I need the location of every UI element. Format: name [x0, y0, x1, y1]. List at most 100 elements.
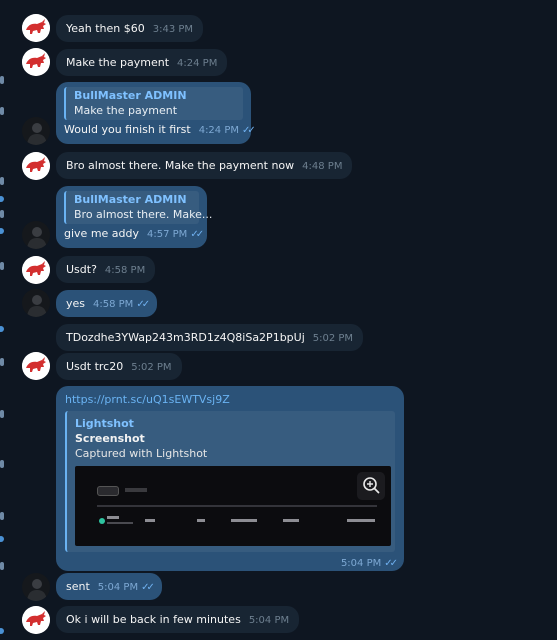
- message-time: 5:02 PM: [131, 362, 172, 373]
- message-time: 5:04 PM: [340, 558, 382, 569]
- message-text: Ok i will be back in few minutes: [66, 613, 241, 626]
- red-bull-logo-icon: [22, 256, 50, 284]
- message-text: sent: [66, 580, 90, 593]
- reply-text: Make the payment: [74, 104, 178, 117]
- message-time: 3:43 PM: [152, 24, 194, 35]
- message-time: 4:57 PM: [147, 229, 188, 240]
- message-bubble[interactable]: Yeah then $60 3:43 PM: [56, 15, 204, 42]
- preview-image[interactable]: [75, 466, 391, 546]
- chat-history[interactable]: Yeah then $60 3:43 PM Make the payment 4:2…: [0, 0, 557, 640]
- preview-image-element: [347, 519, 375, 522]
- message-bubble[interactable]: sent 5:04 PM ✓✓: [56, 573, 162, 600]
- message-bubble[interactable]: TDozdhe3YWap243m3RD1z4Q8iSa2P1bpUj 5:02 P…: [56, 324, 364, 351]
- preview-image-element: [283, 519, 299, 522]
- person-silhouette-icon: [22, 221, 50, 249]
- edge-badge: [0, 196, 4, 202]
- double-check-icon: ✓✓: [384, 558, 398, 569]
- person-silhouette-icon: [22, 573, 50, 601]
- preview-image-element: [125, 488, 147, 492]
- message-text: Usdt?: [66, 263, 97, 276]
- message-text: yes: [66, 297, 86, 310]
- reply-text: Bro almost there. Make...: [74, 208, 213, 221]
- left-panel-edge: [0, 0, 8, 640]
- message-text: Make the payment: [66, 56, 170, 69]
- reply-author: BullMaster ADMIN: [74, 193, 187, 206]
- message-link[interactable]: https://prnt.sc/uQ1sEWTVsj9Z: [65, 392, 395, 407]
- message-text: give me addy: [64, 227, 140, 240]
- double-check-icon: ✓✓: [141, 582, 155, 593]
- preview-image-element: [97, 486, 119, 496]
- message-bubble[interactable]: yes 4:58 PM ✓✓: [56, 290, 158, 317]
- edge-unread-mark: [0, 107, 4, 115]
- edge-badge: [0, 326, 4, 332]
- red-bull-logo-icon: [22, 152, 50, 180]
- double-check-icon: ✓✓: [136, 299, 150, 310]
- message-bubble[interactable]: BullMaster ADMIN Bro almost there. Make.…: [56, 186, 213, 248]
- message-bubble[interactable]: https://prnt.sc/uQ1sEWTVsj9Z Lightshot S…: [56, 386, 404, 571]
- message-bubble[interactable]: Usdt trc20 5:02 PM: [56, 353, 182, 380]
- double-check-icon: ✓✓: [190, 229, 204, 240]
- message-text: Would you finish it first: [64, 123, 191, 136]
- preview-site-name: Lightshot: [75, 417, 134, 430]
- preview-image-element: [97, 505, 377, 507]
- user-avatar[interactable]: [22, 289, 50, 317]
- reply-quote[interactable]: BullMaster ADMIN Make the payment: [64, 87, 243, 120]
- link-preview[interactable]: Lightshot Screenshot Captured with Light…: [65, 411, 395, 552]
- edge-badge: [0, 536, 4, 542]
- edge-unread-mark: [0, 460, 4, 468]
- message-time: 4:48 PM: [302, 161, 343, 172]
- edge-unread-mark: [0, 210, 4, 218]
- red-bull-logo-icon: [22, 14, 50, 42]
- edge-unread-mark: [0, 562, 4, 570]
- edge-unread-mark: [0, 76, 4, 84]
- preview-image-element: [99, 518, 105, 524]
- message-text: Bro almost there. Make the payment now: [66, 159, 295, 172]
- message-text: TDozdhe3YWap243m3RD1z4Q8iSa2P1bpUj: [66, 331, 305, 344]
- message-time: 5:04 PM: [248, 615, 290, 626]
- preview-image-element: [231, 519, 257, 522]
- person-silhouette-icon: [22, 289, 50, 317]
- double-check-icon: ✓✓: [242, 125, 256, 136]
- person-silhouette-icon: [22, 117, 50, 145]
- message-text: Usdt trc20: [66, 360, 124, 373]
- red-bull-logo-icon: [22, 606, 50, 634]
- zoom-in-button[interactable]: [357, 472, 385, 500]
- red-bull-logo-icon: [22, 352, 50, 380]
- admin-avatar[interactable]: [22, 14, 50, 42]
- admin-avatar[interactable]: [22, 606, 50, 634]
- message-meta: 5:04 PM ✓✓: [65, 555, 398, 571]
- message-text: Yeah then $60: [66, 22, 145, 35]
- reply-quote[interactable]: BullMaster ADMIN Bro almost there. Make.…: [64, 191, 213, 224]
- preview-title: Screenshot: [75, 432, 145, 445]
- message-bubble[interactable]: BullMaster ADMIN Make the payment Would …: [56, 82, 256, 144]
- message-time: 4:58 PM: [104, 265, 146, 276]
- user-avatar[interactable]: [22, 573, 50, 601]
- preview-image-element: [197, 519, 205, 522]
- user-avatar[interactable]: [22, 117, 50, 145]
- admin-avatar[interactable]: [22, 48, 50, 76]
- preview-image-element: [107, 522, 133, 524]
- admin-avatar[interactable]: [22, 352, 50, 380]
- edge-badge: [0, 228, 4, 234]
- message-bubble[interactable]: Bro almost there. Make the payment now 4:…: [56, 152, 353, 179]
- edge-unread-mark: [0, 410, 4, 418]
- user-avatar[interactable]: [22, 221, 50, 249]
- message-time: 4:24 PM: [198, 125, 239, 136]
- reply-author: BullMaster ADMIN: [74, 89, 187, 102]
- edge-unread-mark: [0, 262, 4, 270]
- zoom-in-icon: [363, 477, 380, 494]
- message-bubble[interactable]: Usdt? 4:58 PM: [56, 256, 156, 283]
- preview-image-element: [107, 516, 119, 519]
- preview-description: Captured with Lightshot: [75, 447, 208, 460]
- edge-badge: [0, 628, 4, 634]
- red-bull-logo-icon: [22, 48, 50, 76]
- edge-unread-mark: [0, 512, 4, 520]
- message-time: 5:04 PM: [97, 582, 139, 593]
- message-time: 5:02 PM: [312, 333, 354, 344]
- admin-avatar[interactable]: [22, 256, 50, 284]
- message-time: 4:24 PM: [177, 58, 218, 69]
- message-bubble[interactable]: Make the payment 4:24 PM: [56, 49, 228, 76]
- message-bubble[interactable]: Ok i will be back in few minutes 5:04 PM: [56, 606, 300, 633]
- edge-unread-mark: [0, 177, 4, 185]
- admin-avatar[interactable]: [22, 152, 50, 180]
